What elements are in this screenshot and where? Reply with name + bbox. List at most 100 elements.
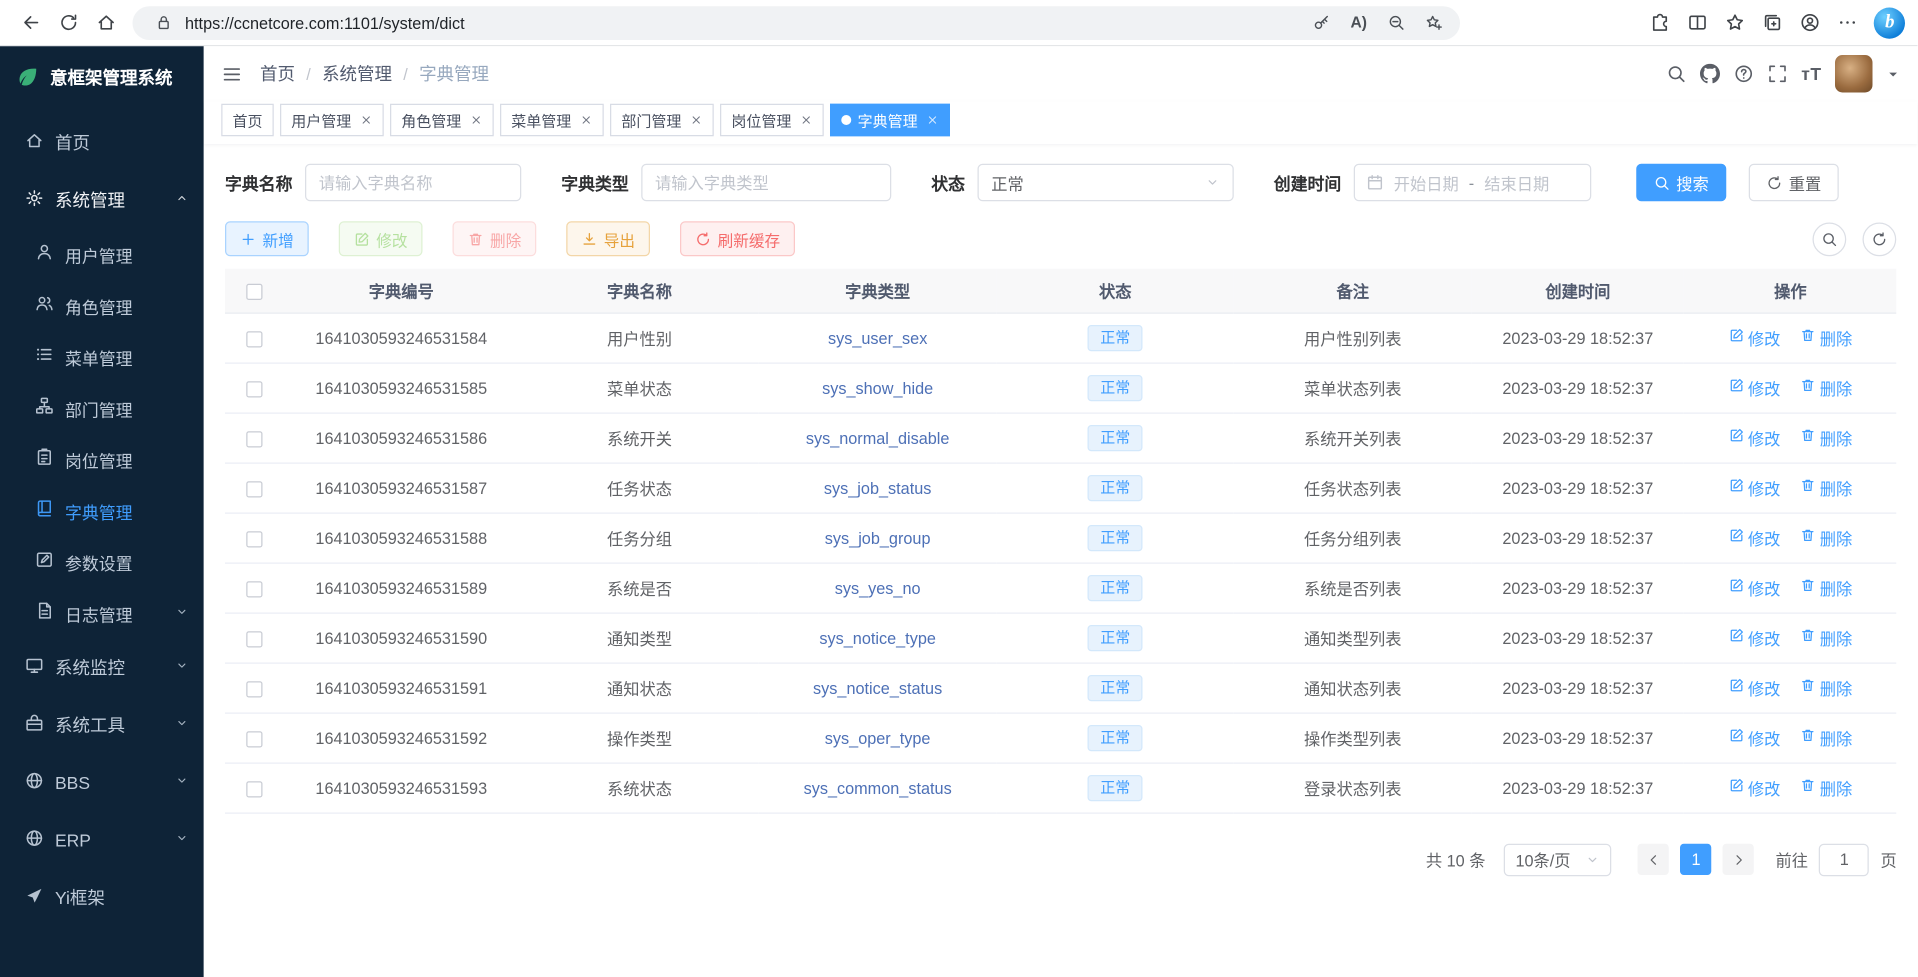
row-checkbox[interactable] xyxy=(246,681,262,697)
split-screen-icon[interactable] xyxy=(1679,5,1717,40)
app-logo[interactable]: 意框架管理系统 xyxy=(0,46,204,109)
row-edit-link[interactable]: 修改 xyxy=(1729,726,1781,750)
row-delete-link[interactable]: 删除 xyxy=(1800,776,1852,800)
row-checkbox[interactable] xyxy=(246,381,262,397)
favorites-icon[interactable] xyxy=(1717,5,1755,40)
dict-type-link[interactable]: sys_common_status xyxy=(804,778,952,797)
user-avatar[interactable] xyxy=(1835,55,1873,93)
end-date-placeholder[interactable]: 结束日期 xyxy=(1484,171,1549,195)
close-icon[interactable] xyxy=(580,114,593,127)
row-checkbox[interactable] xyxy=(246,481,262,497)
show-search-button[interactable] xyxy=(1813,222,1847,256)
sidebar-item-log-mgmt[interactable]: 日志管理 xyxy=(0,588,204,639)
copilot-icon[interactable]: b xyxy=(1874,7,1905,38)
extensions-icon[interactable] xyxy=(1642,5,1680,40)
profile-avatar[interactable] xyxy=(1792,5,1830,40)
start-date-placeholder[interactable]: 开始日期 xyxy=(1394,171,1459,195)
sidebar-item-system-tools[interactable]: 系统工具 xyxy=(0,696,204,754)
row-checkbox[interactable] xyxy=(246,431,262,447)
tab-dept-mgmt[interactable]: 部门管理 xyxy=(610,104,714,137)
close-icon[interactable] xyxy=(690,114,703,127)
menu-fold-icon[interactable] xyxy=(221,63,242,84)
export-button[interactable]: 导出 xyxy=(566,221,650,256)
dict-type-link[interactable]: sys_yes_no xyxy=(835,578,921,597)
row-delete-link[interactable]: 删除 xyxy=(1800,576,1852,600)
page-size-select[interactable]: 10条/页 xyxy=(1504,843,1612,876)
row-delete-link[interactable]: 删除 xyxy=(1800,676,1852,700)
close-icon[interactable] xyxy=(800,114,813,127)
row-checkbox[interactable] xyxy=(246,331,262,347)
font-size-icon[interactable]: тT xyxy=(1801,64,1822,84)
sidebar-item-home[interactable]: 首页 xyxy=(0,114,204,172)
date-range-picker[interactable]: 开始日期 - 结束日期 xyxy=(1354,164,1592,202)
sidebar-item-dict-mgmt[interactable]: 字典管理 xyxy=(0,485,204,536)
zoom-out-icon[interactable] xyxy=(1380,14,1413,32)
dict-name-input[interactable] xyxy=(305,164,521,202)
row-edit-link[interactable]: 修改 xyxy=(1729,326,1781,350)
dict-type-input[interactable] xyxy=(641,164,891,202)
tab-menu-mgmt[interactable]: 菜单管理 xyxy=(500,104,604,137)
row-edit-link[interactable]: 修改 xyxy=(1729,426,1781,450)
status-select[interactable]: 正常 xyxy=(978,164,1234,202)
row-delete-link[interactable]: 删除 xyxy=(1800,526,1852,550)
sidebar-item-menu-mgmt[interactable]: 菜单管理 xyxy=(0,331,204,382)
next-page-button[interactable] xyxy=(1723,844,1754,875)
read-aloud-icon[interactable]: A) xyxy=(1343,14,1376,32)
more-icon[interactable] xyxy=(1829,5,1867,40)
row-checkbox[interactable] xyxy=(246,631,262,647)
sidebar-item-dept-mgmt[interactable]: 部门管理 xyxy=(0,383,204,434)
dict-type-link[interactable]: sys_job_group xyxy=(825,528,931,547)
dict-type-link[interactable]: sys_user_sex xyxy=(828,328,927,347)
row-delete-link[interactable]: 删除 xyxy=(1800,476,1852,500)
tab-dict-mgmt[interactable]: 字典管理 xyxy=(830,104,950,137)
row-delete-link[interactable]: 删除 xyxy=(1800,426,1852,450)
edit-button[interactable]: 修改 xyxy=(339,221,423,256)
favorite-add-icon[interactable] xyxy=(1418,14,1451,32)
url-text[interactable]: https://ccnetcore.com:1101/system/dict xyxy=(185,13,1300,32)
dict-type-link[interactable]: sys_job_status xyxy=(824,478,932,497)
address-bar[interactable]: https://ccnetcore.com:1101/system/dict A… xyxy=(133,6,1461,40)
search-icon[interactable] xyxy=(1666,64,1686,84)
add-button[interactable]: 新增 xyxy=(225,221,309,256)
dict-type-link[interactable]: sys_oper_type xyxy=(825,728,931,747)
reset-button[interactable]: 重置 xyxy=(1749,164,1839,202)
tab-role-mgmt[interactable]: 角色管理 xyxy=(390,104,494,137)
sidebar-item-user-mgmt[interactable]: 用户管理 xyxy=(0,229,204,280)
tab-user-mgmt[interactable]: 用户管理 xyxy=(280,104,384,137)
row-edit-link[interactable]: 修改 xyxy=(1729,776,1781,800)
sidebar-item-system-mgmt[interactable]: 系统管理 xyxy=(0,171,204,229)
dict-type-link[interactable]: sys_show_hide xyxy=(822,378,933,397)
dict-type-link[interactable]: sys_normal_disable xyxy=(806,428,950,447)
search-button[interactable]: 搜索 xyxy=(1636,164,1726,202)
sidebar-item-role-mgmt[interactable]: 角色管理 xyxy=(0,280,204,331)
back-icon[interactable] xyxy=(13,5,51,40)
sidebar-item-bbs[interactable]: BBS xyxy=(0,754,204,812)
sidebar-item-param-settings[interactable]: 参数设置 xyxy=(0,536,204,587)
tab-post-mgmt[interactable]: 岗位管理 xyxy=(720,104,824,137)
reload-icon[interactable] xyxy=(50,5,88,40)
breadcrumb-item-system[interactable]: 系统管理 xyxy=(322,61,392,86)
dict-type-link[interactable]: sys_notice_type xyxy=(819,628,936,647)
chevron-down-icon[interactable] xyxy=(1887,67,1901,81)
close-icon[interactable] xyxy=(926,114,939,127)
row-edit-link[interactable]: 修改 xyxy=(1729,576,1781,600)
breadcrumb-item-home[interactable]: 首页 xyxy=(260,61,295,86)
row-edit-link[interactable]: 修改 xyxy=(1729,676,1781,700)
collections-icon[interactable] xyxy=(1754,5,1792,40)
close-icon[interactable] xyxy=(360,114,373,127)
row-checkbox[interactable] xyxy=(246,531,262,547)
row-edit-link[interactable]: 修改 xyxy=(1729,476,1781,500)
key-icon[interactable] xyxy=(1305,14,1338,32)
tab-home[interactable]: 首页 xyxy=(221,104,274,137)
row-delete-link[interactable]: 删除 xyxy=(1800,376,1852,400)
sidebar-item-system-monitor[interactable]: 系统监控 xyxy=(0,639,204,697)
select-all-checkbox[interactable] xyxy=(246,283,262,299)
row-edit-link[interactable]: 修改 xyxy=(1729,526,1781,550)
sidebar-item-yi-framework[interactable]: Yi框架 xyxy=(0,869,204,927)
row-edit-link[interactable]: 修改 xyxy=(1729,376,1781,400)
row-delete-link[interactable]: 删除 xyxy=(1800,326,1852,350)
row-checkbox[interactable] xyxy=(246,581,262,597)
close-icon[interactable] xyxy=(470,114,483,127)
fullscreen-icon[interactable] xyxy=(1767,64,1787,84)
refresh-cache-button[interactable]: 刷新缓存 xyxy=(680,221,795,256)
